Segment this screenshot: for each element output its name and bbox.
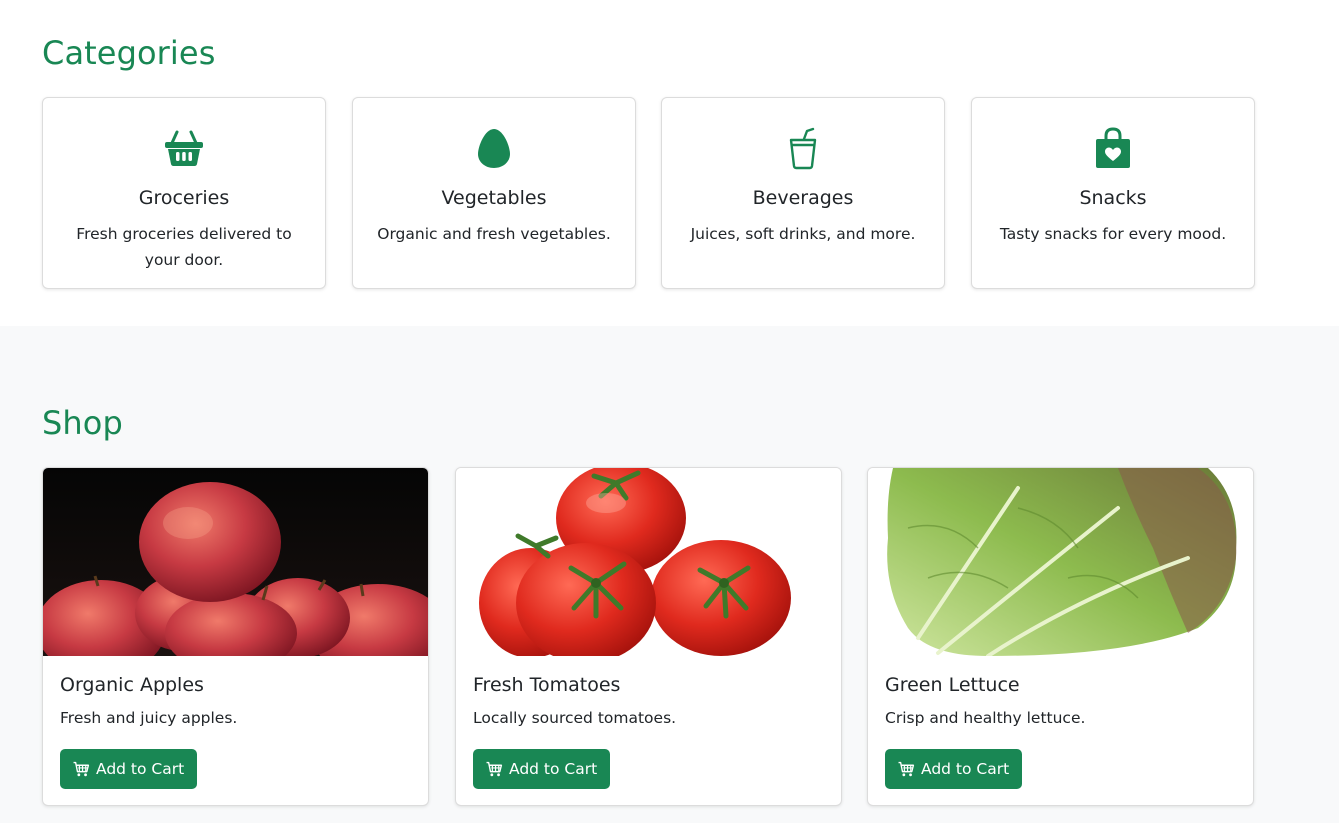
bag-heart-icon: [972, 126, 1254, 170]
category-name: Beverages: [752, 187, 854, 209]
product-description: Crisp and healthy lettuce.: [885, 709, 1086, 727]
product-name: Fresh Tomatoes: [473, 674, 621, 696]
basket-icon: [43, 126, 325, 170]
cup-straw-icon: [662, 126, 944, 170]
add-to-cart-button[interactable]: Add to Cart: [885, 749, 1023, 789]
product-image-lettuce: [868, 468, 1253, 658]
button-label: Add to Cart: [921, 760, 1010, 778]
egg-icon: [353, 126, 635, 170]
category-description: Juices, soft drinks, and more.: [690, 225, 916, 243]
product-card-organic-apples: Organic Apples Fresh and juicy apples. A…: [42, 467, 429, 806]
categories-title: Categories: [42, 34, 216, 72]
category-name: Groceries: [138, 187, 230, 209]
product-card-green-lettuce: Green Lettuce Crisp and healthy lettuce.…: [867, 467, 1254, 806]
cart-icon: [73, 761, 90, 778]
product-card-fresh-tomatoes: Fresh Tomatoes Locally sourced tomatoes.…: [455, 467, 842, 806]
category-description: Fresh groceries delivered to your door.: [76, 225, 292, 269]
shop-section: Shop Organic Apples Fresh and juicy appl…: [0, 326, 1339, 823]
add-to-cart-button[interactable]: Add to Cart: [473, 749, 611, 789]
product-image-apples: [43, 468, 428, 676]
category-card-snacks[interactable]: Snacks Tasty snacks for every mood.: [971, 97, 1255, 289]
categories-section: Categories Groceries Fresh groceries del…: [0, 0, 1339, 326]
product-description: Locally sourced tomatoes.: [473, 709, 677, 727]
cart-icon: [898, 761, 915, 778]
shop-title: Shop: [42, 404, 123, 442]
category-description: Tasty snacks for every mood.: [999, 225, 1227, 243]
add-to-cart-button[interactable]: Add to Cart: [60, 749, 198, 789]
product-name: Organic Apples: [60, 674, 204, 696]
category-card-vegetables[interactable]: Vegetables Organic and fresh vegetables.: [352, 97, 636, 289]
category-name: Vegetables: [441, 187, 547, 209]
product-name: Green Lettuce: [885, 674, 1020, 696]
product-image-tomatoes: [456, 468, 841, 663]
button-label: Add to Cart: [509, 760, 598, 778]
product-description: Fresh and juicy apples.: [60, 709, 238, 727]
cart-icon: [486, 761, 503, 778]
category-card-beverages[interactable]: Beverages Juices, soft drinks, and more.: [661, 97, 945, 289]
category-card-groceries[interactable]: Groceries Fresh groceries delivered to y…: [42, 97, 326, 289]
category-name: Snacks: [1079, 187, 1147, 209]
button-label: Add to Cart: [96, 760, 185, 778]
category-description: Organic and fresh vegetables.: [377, 225, 611, 243]
